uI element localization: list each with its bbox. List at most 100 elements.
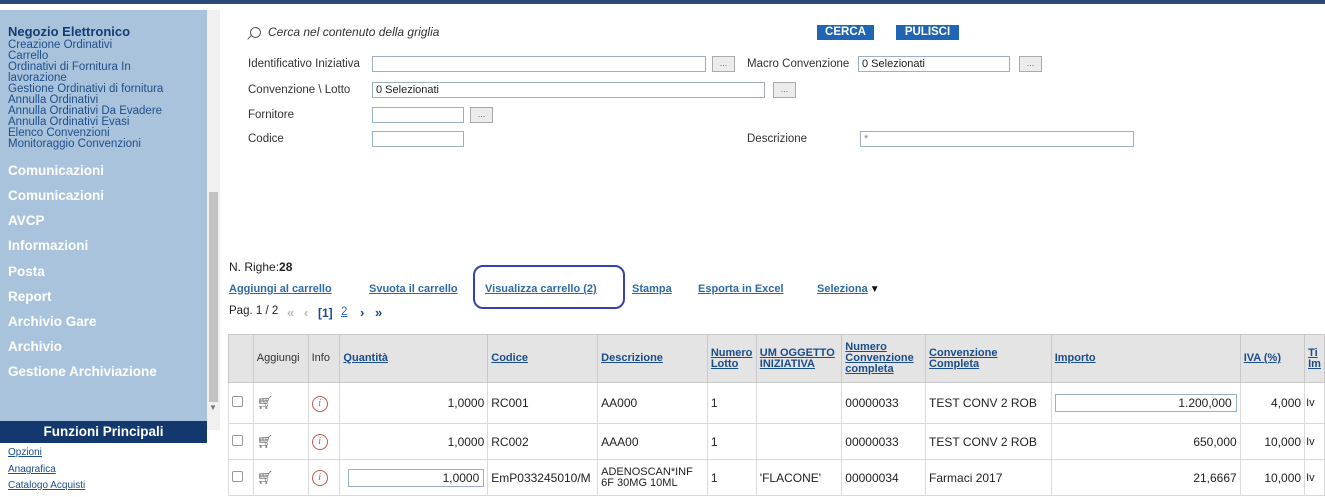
table-row: 🛒︎ i 1,0000 EmP033245010/M ADENOSCAN*INF… [228, 459, 1325, 496]
svuota-carrello-link[interactable]: Svuota il carrello [369, 283, 458, 295]
sidebar-section-archivio[interactable]: Archivio [8, 339, 62, 354]
sidebar-section-informazioni[interactable]: Informazioni [8, 238, 88, 253]
macro-convenzione-picker-button[interactable]: ... [1019, 56, 1042, 72]
info-cell: i [307, 382, 341, 424]
seleziona-label[interactable]: Seleziona [817, 283, 868, 295]
convenzione-lotto-input[interactable]: 0 Selezionati [372, 82, 765, 98]
search-grid-label: Cerca nel contenuto della griglia [268, 25, 440, 39]
quantita-input[interactable]: 1,0000 [348, 468, 485, 487]
convenzione-completa-header[interactable]: Convenzione Completa [925, 334, 1052, 383]
iva-header[interactable]: IVA (%) [1239, 334, 1306, 383]
numero-lotto-header[interactable]: Numero Lotto [706, 334, 757, 383]
link-opzioni[interactable]: Opzioni [8, 447, 42, 458]
dropdown-caret-icon[interactable]: ▼ [870, 284, 880, 295]
quantita-header[interactable]: Quantità [339, 334, 489, 383]
link-anagrafica[interactable]: Anagrafica [8, 464, 56, 475]
info-cell: i [307, 423, 341, 460]
um-cell [755, 423, 843, 460]
sidebar-section-avcp[interactable]: AVCP [8, 213, 45, 228]
add-to-cart-icon[interactable]: 🛒︎ [257, 395, 274, 410]
tipo-importo-cell: Iv [1304, 423, 1325, 460]
row-checkbox-cell [228, 382, 254, 424]
sidebar-section-report[interactable]: Report [8, 289, 52, 304]
add-to-cart-icon[interactable]: 🛒︎ [257, 470, 274, 485]
sidebar-section-gestione-archiviazione[interactable]: Gestione Archiviazione [8, 364, 157, 379]
highlight-annotation [473, 265, 625, 309]
sidebar-item-annulla-evasi[interactable]: Annulla Ordinativi Evasi [8, 117, 129, 128]
link-catalogo-acquisti[interactable]: Catalogo Acquisti [8, 480, 85, 491]
sidebar-scroll-thumb[interactable] [209, 192, 218, 402]
sidebar-item-elenco-convenzioni[interactable]: Elenco Convenzioni [8, 128, 110, 139]
page-2-link[interactable]: 2 [341, 306, 347, 318]
next-page-icon[interactable]: › [360, 305, 364, 320]
macro-convenzione-label: Macro Convenzione [747, 58, 850, 70]
add-cart-cell: 🛒︎ [252, 423, 309, 460]
sidebar-section-comunicazioni[interactable]: Comunicazioni [8, 163, 104, 178]
um-oggetto-header[interactable]: UM OGGETTO INIZIATIVA [755, 334, 843, 383]
add-to-cart-icon[interactable]: 🛒︎ [257, 434, 274, 449]
descrizione-header[interactable]: Descrizione [597, 334, 708, 383]
importo-input[interactable]: 1.200,000 [1054, 394, 1237, 412]
importo-cell: 1.200,000 [1050, 382, 1241, 424]
identificativo-picker-button[interactable]: ... [712, 56, 735, 72]
info-icon[interactable]: i [311, 470, 328, 486]
row-checkbox-cell [228, 423, 254, 460]
numero-convenzione-cell: 00000033 [841, 382, 927, 424]
scroll-down-icon[interactable]: ▼ [209, 403, 217, 412]
descrizione-cell: AA000 [597, 382, 708, 424]
add-cart-cell: 🛒︎ [252, 382, 309, 424]
convenzione-cell: Farmaci 2017 [925, 459, 1052, 496]
codice-header[interactable]: Codice [487, 334, 599, 383]
stampa-link[interactable]: Stampa [632, 283, 672, 295]
codice-label: Codice [248, 133, 284, 145]
numero-convenzione-header[interactable]: Numero Convenzione completa [841, 334, 927, 383]
sidebar-item-monitoraggio[interactable]: Monitoraggio Convenzioni [8, 139, 141, 150]
tipo-importo-cell: Iv [1304, 459, 1325, 496]
codice-input[interactable] [372, 131, 464, 147]
descrizione-input[interactable]: * [860, 131, 1134, 147]
codice-cell: EmP033245010/M [487, 459, 599, 496]
fornitore-input[interactable] [372, 107, 464, 123]
seleziona-link[interactable]: Seleziona ▼ [817, 283, 880, 295]
convenzione-lotto-picker-button[interactable]: ... [773, 82, 796, 98]
sidebar-section-posta[interactable]: Posta [8, 264, 45, 279]
row-checkbox[interactable] [232, 434, 243, 446]
descrizione-cell: AAA00 [597, 423, 708, 460]
lotto-cell: 1 [706, 423, 757, 460]
tipo-importo-header[interactable]: Ti Im [1304, 334, 1325, 383]
table-row: 🛒︎ i 1,0000 RC001 AA000 1 00000033 TEST … [228, 382, 1325, 424]
sidebar-item-ordinativi-in-lavorazione[interactable]: Ordinativi di Fornitura In [8, 62, 131, 73]
sidebar-item-annulla-da-evadere[interactable]: Annulla Ordinativi Da Evadere [8, 106, 162, 117]
identificativo-input[interactable] [372, 56, 706, 72]
row-checkbox[interactable] [232, 396, 243, 407]
sidebar-section-comunicazioni-2[interactable]: Comunicazioni [8, 188, 104, 203]
row-count-value: 28 [279, 260, 293, 274]
info-icon[interactable]: i [311, 395, 328, 412]
cerca-button[interactable]: CERCA [817, 25, 874, 40]
sidebar-menu: Negozio Elettronico Creazione Ordinativi… [0, 10, 207, 430]
last-page-icon[interactable]: » [375, 305, 382, 320]
fornitore-picker-button[interactable]: ... [470, 107, 493, 123]
aggiungi-al-carrello-link[interactable]: Aggiungi al carrello [229, 283, 332, 295]
sidebar-item-creazione-ordinativi[interactable]: Creazione Ordinativi [8, 40, 112, 51]
sidebar-item-annulla-ordinativi[interactable]: Annulla Ordinativi [8, 95, 98, 106]
aggiungi-header: Aggiungi [252, 334, 309, 383]
first-page-icon[interactable]: « [287, 305, 294, 320]
sidebar-item-gestione-ordinativi[interactable]: Gestione Ordinativi di fornitura [8, 84, 163, 95]
add-cart-cell: 🛒︎ [252, 459, 309, 496]
importo-header[interactable]: Importo [1050, 334, 1241, 383]
esporta-excel-link[interactable]: Esporta in Excel [698, 283, 784, 295]
pagination-label: Pag. 1 / 2 [229, 305, 279, 317]
info-cell: i [307, 459, 341, 496]
pulisci-button[interactable]: PULISCI [896, 25, 959, 40]
sidebar-header[interactable]: Negozio Elettronico [8, 24, 130, 39]
row-checkbox[interactable] [232, 470, 243, 482]
select-column-header [228, 334, 254, 383]
info-header: Info [307, 334, 341, 383]
macro-convenzione-input[interactable]: 0 Selezionati [858, 56, 1010, 72]
info-icon[interactable]: i [311, 434, 328, 450]
sidebar-item-carrello[interactable]: Carrello [8, 51, 48, 62]
sidebar-item-ordinativi-in-lavorazione-cont[interactable]: lavorazione [8, 73, 67, 84]
sidebar-section-archivio-gare[interactable]: Archivio Gare [8, 314, 97, 329]
prev-page-icon[interactable]: ‹ [304, 305, 308, 320]
